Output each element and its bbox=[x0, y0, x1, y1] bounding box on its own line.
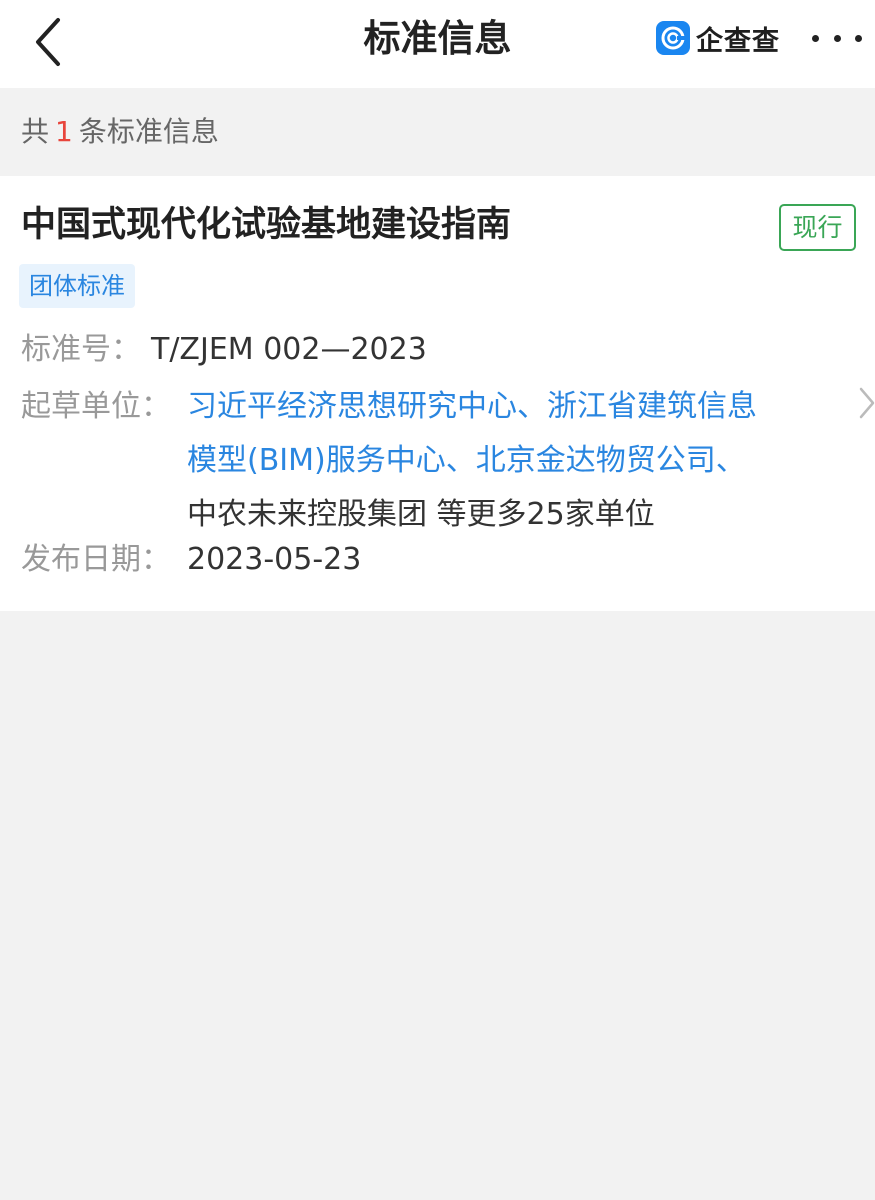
publish-date-label: 发布日期： bbox=[21, 542, 171, 577]
standard-number-value: T/ZJEM 002—2023 bbox=[151, 332, 427, 367]
count-prefix: 共 bbox=[21, 115, 50, 148]
qcc-logo-icon bbox=[656, 21, 690, 55]
top-nav-bar: 标准信息 企查查 bbox=[0, 0, 875, 88]
more-dots-icon bbox=[833, 34, 841, 42]
result-count: 共 1 条标准信息 bbox=[0, 88, 875, 176]
more-menu-button[interactable] bbox=[812, 26, 862, 50]
count-suffix: 条标准信息 bbox=[78, 115, 219, 148]
more-dots-icon bbox=[812, 34, 819, 42]
brand-name: 企查查 bbox=[696, 25, 780, 57]
standard-title: 中国式现代化试验基地建设指南 bbox=[21, 205, 512, 245]
drafter-more-text: 中农未来控股集团 等更多25家单位 bbox=[187, 497, 655, 532]
drafter-row: 起草单位： 习近平经济思想研究中心、浙江省建筑信息 模型(BIM)服务中心、北京… bbox=[21, 380, 851, 550]
drafter-link-line[interactable]: 模型(BIM)服务中心、北京金达物贸公司、 bbox=[187, 434, 837, 488]
chevron-right-icon bbox=[859, 387, 875, 419]
status-badge: 现行 bbox=[779, 204, 856, 251]
drafter-link-line[interactable]: 习近平经济思想研究中心、浙江省建筑信息 bbox=[187, 380, 837, 434]
more-dots-icon bbox=[855, 34, 862, 42]
drafter-label: 起草单位： bbox=[21, 389, 171, 424]
standard-type-tag: 团体标准 bbox=[19, 264, 135, 308]
publish-date-value: 2023-05-23 bbox=[187, 542, 362, 577]
standard-number-label: 标准号： bbox=[21, 332, 141, 367]
brand-logo: 企查查 bbox=[656, 20, 780, 57]
count-number: 1 bbox=[55, 115, 73, 148]
drafter-list: 习近平经济思想研究中心、浙江省建筑信息 模型(BIM)服务中心、北京金达物贸公司… bbox=[187, 380, 837, 542]
standard-card[interactable]: 中国式现代化试验基地建设指南 现行 团体标准 标准号： T/ZJEM 002—2… bbox=[0, 176, 875, 611]
